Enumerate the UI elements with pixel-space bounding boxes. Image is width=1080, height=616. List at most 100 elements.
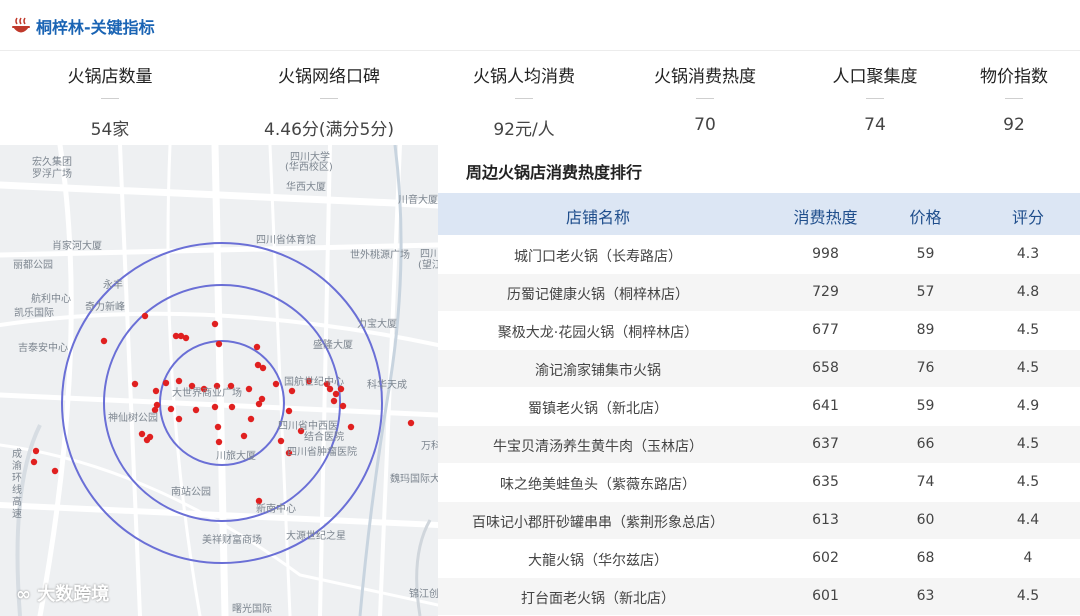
- table-row[interactable]: 聚极大龙·花园火锅（桐梓林店） 677 89 4.5: [438, 312, 1080, 349]
- cell-rating: 4: [1023, 550, 1033, 566]
- hotpot-store-marker[interactable]: [162, 379, 170, 387]
- hotpot-store-marker[interactable]: [215, 438, 223, 446]
- hotpot-store-marker[interactable]: [339, 402, 347, 410]
- cell-price: 89: [916, 322, 935, 338]
- table-row[interactable]: 城门口老火锅（长寿路店） 998 59 4.3: [438, 236, 1080, 273]
- cell-heat: 729: [812, 284, 839, 300]
- ranking-panel: 周边火锅店消费热度排行 店铺名称 消费热度 价格 评分 城门口老火锅（长寿路店）…: [438, 145, 1080, 616]
- cell-price: 60: [916, 512, 935, 528]
- map-label: 南站公园: [171, 487, 211, 498]
- cell-price: 66: [916, 436, 935, 452]
- kpi-consumption-heat: 火锅消费热度 70: [615, 51, 795, 146]
- hotpot-store-marker[interactable]: [259, 364, 267, 372]
- hotpot-store-marker[interactable]: [253, 343, 261, 351]
- column-header-name[interactable]: 店铺名称: [438, 204, 758, 228]
- hotpot-store-marker[interactable]: [152, 387, 160, 395]
- hotpot-store-marker[interactable]: [240, 432, 248, 440]
- hotpot-store-marker[interactable]: [131, 380, 139, 388]
- hotpot-store-marker[interactable]: [192, 406, 200, 414]
- map-label: 世外桃源广场: [350, 250, 410, 261]
- cell-price: 59: [916, 246, 935, 262]
- map-label: 凯乐国际: [14, 308, 54, 319]
- hotpot-store-marker[interactable]: [141, 312, 149, 320]
- cell-name: 打台面老火锅（新北店）: [521, 591, 675, 607]
- hotpot-store-marker[interactable]: [272, 380, 280, 388]
- map-label: 华西大厦: [286, 182, 326, 193]
- column-header-heat[interactable]: 消费热度: [768, 204, 883, 228]
- map-label: 肖家河大厦: [52, 241, 102, 252]
- hotpot-store-marker[interactable]: [146, 433, 154, 441]
- kpi-divider: [866, 98, 884, 99]
- kpi-label: 火锅消费热度: [654, 67, 756, 87]
- table-row[interactable]: 牛宝贝清汤养生黄牛肉（玉林店） 637 66 4.5: [438, 426, 1080, 463]
- hotpot-store-marker[interactable]: [247, 415, 255, 423]
- hotpot-store-marker[interactable]: [285, 407, 293, 415]
- map-label: 大世界商业广场: [172, 388, 242, 399]
- cell-rating: 4.5: [1016, 322, 1040, 338]
- area-map[interactable]: 宏久集团 罗浮广场 四川大学 (华西校区) 华西大厦 川音大厦 四川省体育馆 世…: [0, 145, 438, 616]
- table-row[interactable]: 渝记渝家铺集市火锅 658 76 4.5: [438, 350, 1080, 387]
- hotpot-store-marker[interactable]: [288, 387, 296, 395]
- page-title: 桐梓林-关键指标: [36, 18, 155, 37]
- kpi-value: 92: [1003, 115, 1025, 135]
- cell-heat: 677: [812, 322, 839, 338]
- table-row[interactable]: 味之绝美蛙鱼头（紫薇东路店） 635 74 4.5: [438, 464, 1080, 501]
- hotpot-store-marker[interactable]: [215, 340, 223, 348]
- map-label: 万科: [421, 441, 438, 452]
- hotpot-store-marker[interactable]: [32, 447, 40, 455]
- cell-rating: 4.5: [1016, 474, 1040, 490]
- map-label: 神仙树公园: [108, 413, 158, 424]
- cell-name: 蜀镇老火锅（新北店）: [528, 401, 668, 417]
- hotpot-store-marker[interactable]: [182, 334, 190, 342]
- hotpot-store-marker[interactable]: [51, 467, 59, 475]
- hotpot-store-marker[interactable]: [258, 395, 266, 403]
- hotpot-store-marker[interactable]: [330, 397, 338, 405]
- hotpot-store-marker[interactable]: [407, 419, 415, 427]
- hotpot-store-marker[interactable]: [30, 458, 38, 466]
- hotpot-store-marker[interactable]: [211, 320, 219, 328]
- hotpot-store-marker[interactable]: [138, 430, 146, 438]
- hotpot-store-marker[interactable]: [167, 405, 175, 413]
- kpi-divider: [696, 98, 714, 99]
- hotpot-logo-icon: [12, 17, 30, 33]
- map-label: 奇力新峰: [85, 302, 125, 313]
- map-label: 魏玛国际大厦: [390, 474, 438, 485]
- hotpot-store-marker[interactable]: [175, 415, 183, 423]
- table-header: 店铺名称 消费热度 价格 评分: [438, 193, 1080, 235]
- hotpot-store-marker[interactable]: [211, 403, 219, 411]
- map-label: 四川省体育馆: [256, 235, 316, 246]
- kpi-label: 火锅店数量: [67, 67, 153, 87]
- map-label: 川音大厦: [398, 195, 438, 206]
- map-label: 丽都公园: [13, 260, 53, 271]
- table-row[interactable]: 打台面老火锅（新北店） 601 63 4.5: [438, 578, 1080, 615]
- table-row[interactable]: 百味记小郡肝砂罐串串（紫荆形象总店） 613 60 4.4: [438, 502, 1080, 539]
- column-header-rating[interactable]: 评分: [978, 204, 1078, 228]
- map-label: 盛隆大厦: [313, 340, 353, 351]
- hotpot-store-marker[interactable]: [228, 403, 236, 411]
- column-header-price[interactable]: 价格: [878, 204, 973, 228]
- hotpot-store-marker[interactable]: [245, 385, 253, 393]
- kpi-divider: [101, 98, 119, 99]
- cell-rating: 4.5: [1016, 436, 1040, 452]
- kpi-divider: [515, 98, 533, 99]
- hotpot-store-marker[interactable]: [214, 423, 222, 431]
- map-label: (望江: [418, 260, 438, 271]
- map-label: 吉泰安中心: [18, 343, 68, 354]
- table-row[interactable]: 历蜀记健康火锅（桐梓林店） 729 57 4.8: [438, 274, 1080, 311]
- hotpot-store-marker[interactable]: [100, 337, 108, 345]
- table-row[interactable]: 蜀镇老火锅（新北店） 641 59 4.9: [438, 388, 1080, 425]
- map-label: 川旅大厦: [216, 451, 256, 462]
- cell-name: 城门口老火锅（长寿路店）: [514, 249, 682, 265]
- kpi-strip: 火锅店数量 54家 火锅网络口碑 4.46分(满分5分) 火锅人均消费 92元/…: [0, 50, 1080, 146]
- hotpot-store-marker[interactable]: [277, 437, 285, 445]
- table-row[interactable]: 大龍火锅（华尔兹店） 602 68 4: [438, 540, 1080, 577]
- map-label: 曙光国际: [232, 604, 272, 615]
- kpi-avg-spend: 火锅人均消费 92元/人: [434, 51, 614, 146]
- cell-heat: 658: [812, 360, 839, 376]
- hotpot-store-marker[interactable]: [347, 423, 355, 431]
- cell-rating: 4.4: [1016, 512, 1040, 528]
- cell-heat: 635: [812, 474, 839, 490]
- kpi-online-rating: 火锅网络口碑 4.46分(满分5分): [239, 51, 419, 146]
- hotpot-store-marker[interactable]: [332, 390, 340, 398]
- map-label: (华西校区): [285, 162, 333, 173]
